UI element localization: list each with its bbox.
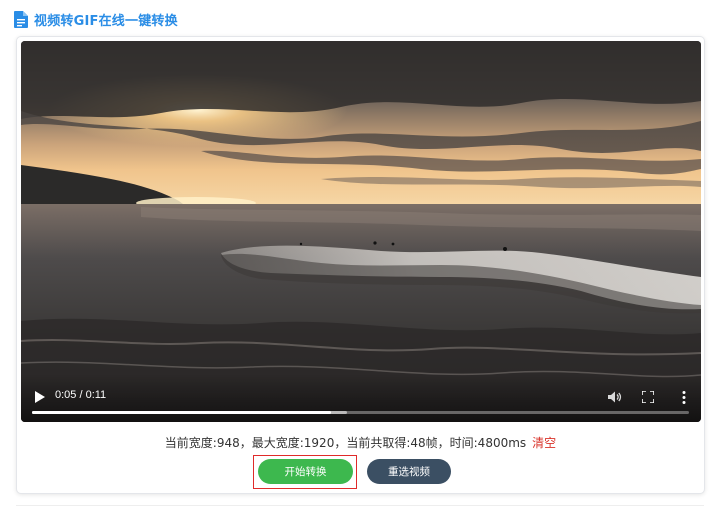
page-title: 视频转GIF在线一键转换 — [34, 13, 178, 29]
action-buttons: 开始转换 重选视频 — [17, 455, 704, 489]
play-icon — [35, 391, 45, 403]
clear-link[interactable]: 清空 — [532, 436, 556, 450]
fullscreen-icon — [642, 391, 654, 403]
document-icon — [14, 10, 28, 28]
divider — [16, 505, 704, 506]
fullscreen-button[interactable] — [639, 388, 657, 406]
start-convert-button[interactable]: 开始转换 — [258, 459, 353, 484]
play-button[interactable] — [31, 388, 49, 406]
more-options-icon — [682, 390, 686, 404]
conversion-info-text: 当前宽度:948，最大宽度:1920，当前共取得:48帧，时间:4800ms — [164, 436, 527, 450]
volume-icon — [608, 391, 622, 403]
progress-played — [32, 411, 331, 414]
reselect-video-button[interactable]: 重选视频 — [367, 459, 451, 484]
volume-button[interactable] — [606, 388, 624, 406]
converter-card: 0:05 / 0:11 当前宽度:948，最大宽度:1920，当前共取得:48帧… — [16, 36, 705, 494]
page-header: 视频转GIF在线一键转换 — [14, 9, 178, 29]
time-display: 0:05 / 0:11 — [55, 389, 107, 401]
more-options-button[interactable] — [675, 388, 693, 406]
conversion-info: 当前宽度:948，最大宽度:1920，当前共取得:48帧，时间:4800ms 清空 — [17, 434, 704, 451]
page: 视频转GIF在线一键转换 0:05 / 0:11 当前宽度:948，最大宽度:1… — [0, 0, 720, 511]
video-player[interactable]: 0:05 / 0:11 — [21, 41, 701, 422]
progress-bar[interactable] — [32, 411, 689, 414]
video-frame-image — [21, 41, 701, 422]
video-controls: 0:05 / 0:11 — [21, 374, 701, 422]
